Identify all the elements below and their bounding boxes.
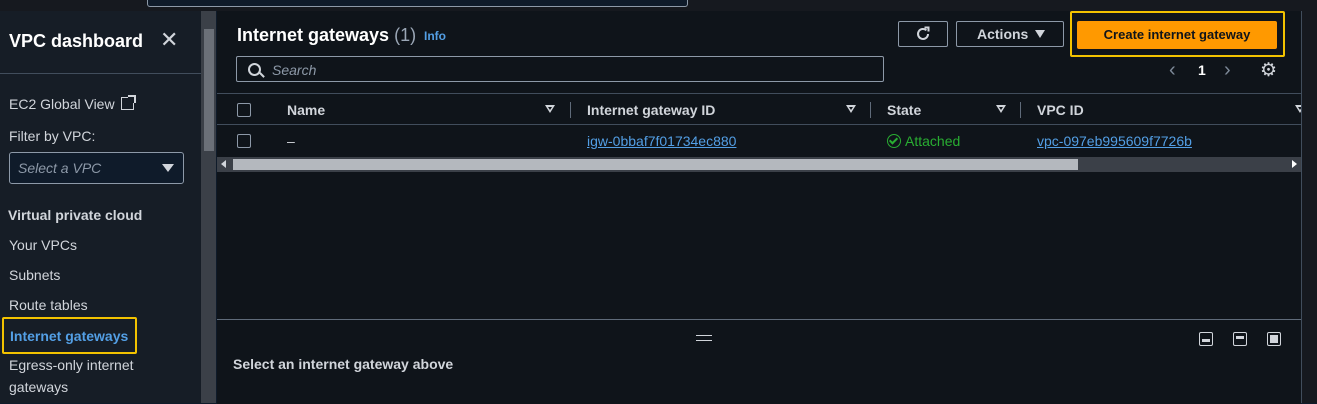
horizontal-scrollbar-thumb[interactable]	[233, 159, 1078, 170]
resize-handle-icon[interactable]	[696, 335, 712, 341]
sidebar-divider	[0, 73, 201, 74]
column-header-vpc-id[interactable]: VPC ID	[1037, 102, 1084, 118]
global-search-input[interactable]	[147, 0, 688, 7]
vpc-filter-select[interactable]: Select a VPC	[9, 152, 184, 184]
ec2-global-view-link[interactable]: EC2 Global View	[9, 95, 136, 112]
row-checkbox[interactable]	[237, 134, 251, 148]
column-header-state[interactable]: State	[887, 102, 921, 118]
column-divider[interactable]	[870, 102, 871, 118]
actions-button[interactable]: Actions	[956, 21, 1064, 47]
gear-icon[interactable]: ⚙	[1260, 59, 1277, 82]
cell-name: –	[287, 133, 295, 149]
split-off-icon[interactable]	[1267, 332, 1281, 346]
select-all-checkbox[interactable]	[237, 103, 251, 117]
sidebar-item-internet-gateways[interactable]: Internet gateways	[2, 317, 137, 354]
sidebar: VPC dashboard ✕ EC2 Global View Filter b…	[0, 11, 201, 403]
sidebar-item-your-vpcs[interactable]: Your VPCs	[9, 237, 77, 253]
ec2-global-view-label: EC2 Global View	[9, 96, 115, 112]
column-header-internet-gateway-id[interactable]: Internet gateway ID	[587, 102, 715, 118]
column-header-name[interactable]: Name	[287, 102, 325, 118]
details-split-panel: Select an internet gateway above	[217, 319, 1301, 404]
create-button-highlight: Create internet gateway	[1070, 11, 1285, 57]
table-row[interactable]: – igw-0bbaf7f01734ec880 Attached vpc-097…	[217, 125, 1301, 156]
sidebar-scrollbar-thumb[interactable]	[204, 29, 214, 151]
cell-internet-gateway-id[interactable]: igw-0bbaf7f01734ec880	[587, 133, 736, 149]
sidebar-item-route-tables[interactable]: Route tables	[9, 297, 88, 313]
sidebar-section-title: Virtual private cloud	[8, 207, 143, 223]
refresh-button[interactable]	[898, 21, 948, 47]
page-title: Internet gateways (1)	[237, 25, 416, 46]
sidebar-item-label-continued[interactable]: gateways	[9, 379, 68, 395]
filter-by-vpc-label: Filter by VPC:	[9, 128, 96, 144]
create-internet-gateway-button[interactable]: Create internet gateway	[1077, 21, 1277, 49]
chevron-left-icon[interactable]: ‹	[1169, 59, 1176, 82]
search-input[interactable]	[270, 60, 874, 80]
split-side-icon[interactable]	[1233, 332, 1247, 346]
sort-icon[interactable]	[846, 105, 856, 113]
check-circle-icon	[887, 134, 901, 148]
caret-down-icon	[162, 164, 174, 172]
sidebar-item-subnets[interactable]: Subnets	[9, 267, 60, 283]
scroll-left-icon[interactable]	[221, 160, 226, 168]
details-empty-message: Select an internet gateway above	[233, 356, 454, 372]
actions-label: Actions	[977, 26, 1029, 42]
sort-icon[interactable]	[996, 105, 1006, 113]
page-number[interactable]: 1	[1198, 62, 1206, 78]
split-bottom-icon[interactable]	[1199, 332, 1213, 346]
column-divider[interactable]	[1020, 102, 1021, 118]
table-header: Name Internet gateway ID State VPC ID	[217, 93, 1305, 125]
column-divider[interactable]	[570, 102, 571, 118]
external-link-icon	[120, 95, 136, 110]
sidebar-item-label: Internet gateways	[10, 328, 129, 344]
sidebar-scrollbar[interactable]	[201, 11, 216, 403]
sort-icon[interactable]	[545, 105, 555, 113]
cell-vpc-id[interactable]: vpc-097eb995609f7726b	[1037, 133, 1192, 149]
top-navigation-bar	[0, 0, 1317, 11]
main-panel: Internet gateways (1) Info Actions Creat…	[217, 11, 1305, 404]
caret-down-icon	[1035, 30, 1045, 38]
cell-state: Attached	[887, 133, 960, 149]
sidebar-item-egress-only-internet-gateways[interactable]: Egress-only internet	[9, 357, 134, 373]
refresh-icon	[917, 26, 930, 40]
chevron-right-icon[interactable]: ›	[1224, 59, 1231, 82]
right-panel-edge	[1301, 11, 1317, 403]
close-icon[interactable]: ✕	[160, 29, 178, 51]
info-link[interactable]: Info	[424, 29, 446, 43]
state-label: Attached	[905, 133, 961, 149]
search-icon	[248, 63, 261, 76]
item-count: (1)	[394, 25, 417, 45]
search-field[interactable]	[236, 56, 884, 82]
vpc-filter-placeholder: Select a VPC	[18, 160, 102, 176]
horizontal-scrollbar[interactable]	[217, 157, 1301, 172]
page-title-text: Internet gateways	[237, 25, 390, 45]
sidebar-title: VPC dashboard	[9, 31, 144, 51]
scroll-right-icon[interactable]	[1292, 160, 1297, 168]
